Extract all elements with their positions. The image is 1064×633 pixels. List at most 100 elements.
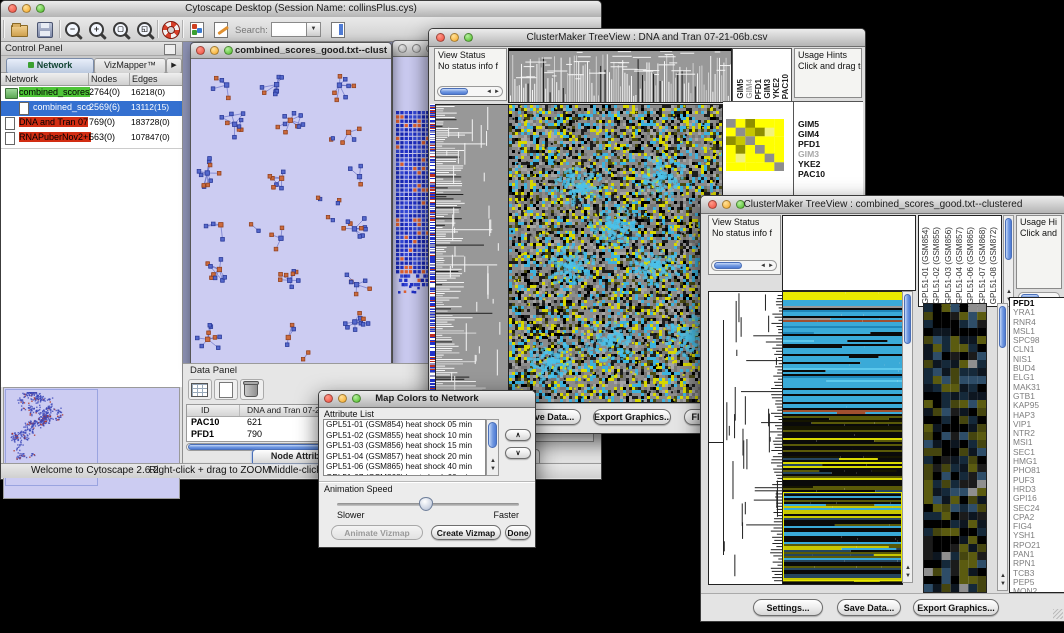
network-tab-icon — [28, 62, 34, 68]
main-window-title: Cytoscape Desktop (Session Name: collins… — [1, 3, 601, 14]
close-button[interactable] — [398, 44, 407, 53]
done-button[interactable]: Done — [505, 525, 531, 540]
move-up-button[interactable]: ∧ — [505, 429, 531, 441]
treeview2-title-bar[interactable]: ClusterMaker TreeView : combined_scores_… — [701, 196, 1064, 214]
save-data-button[interactable]: Save Data... — [837, 599, 901, 616]
help-lifesaver-icon[interactable] — [161, 20, 181, 39]
open-file-icon[interactable] — [9, 20, 29, 39]
gene-label[interactable]: GIM4 — [798, 129, 825, 139]
network-name: DNA and Tran 07 — [19, 117, 88, 127]
treeview1-title-bar[interactable]: ClusterMaker TreeView : DNA and Tran 07-… — [429, 29, 865, 47]
tab-overflow-arrow[interactable]: ▶ — [166, 58, 182, 74]
treeview2-status-scrollbar[interactable]: ◄► — [711, 260, 777, 271]
network-canvas[interactable] — [193, 59, 389, 366]
column-label: GPL51-03 (GSM856) — [944, 227, 953, 304]
resize-grip[interactable] — [1053, 609, 1063, 619]
attribute-list-label: Attribute List — [324, 409, 374, 419]
export-graphics-button[interactable]: Export Graphics... — [593, 409, 671, 425]
treeview2-column-dendrogram-area[interactable] — [782, 215, 916, 291]
treeview1-view-status-panel: View StatusNo status info f ◄► — [434, 48, 507, 101]
network-row[interactable]: DNA and Tran 07769(0)183728(0) — [1, 116, 182, 131]
attribute-list-scrollbar[interactable]: ▲▼ — [486, 419, 499, 476]
delete-attribute-icon[interactable] — [240, 379, 264, 400]
animate-vizmap-button[interactable]: Animate Vizmap — [331, 525, 423, 540]
treeview1-row-dendrogram[interactable] — [435, 104, 509, 403]
treeview2-window: ClusterMaker TreeView : combined_scores_… — [700, 195, 1064, 622]
minimize-button[interactable] — [412, 44, 421, 53]
export-graphics-button[interactable]: Export Graphics... — [913, 599, 999, 616]
settings-button[interactable]: Settings... — [753, 599, 823, 616]
faster-label: Faster — [493, 510, 519, 520]
search-dropdown-arrow[interactable]: ▼ — [306, 22, 321, 37]
attribute-item[interactable]: GPL51-04 (GSM857) heat shock 20 min — [324, 452, 485, 463]
network-name: combined_scores — [19, 87, 90, 97]
gene-label[interactable]: GIM3 — [798, 149, 825, 159]
treeview1-usage-hints-panel: Usage HintsClick and drag tc — [794, 48, 862, 98]
treeview2-zoom-heatmap[interactable] — [923, 303, 987, 593]
network-table-header[interactable]: Network Nodes Edges — [1, 73, 182, 86]
move-down-button[interactable]: ∨ — [505, 447, 531, 459]
zoom-out-icon[interactable]: − — [63, 20, 83, 39]
vizmap-nodes-icon[interactable] — [187, 20, 207, 39]
control-panel-title: Control Panel — [5, 43, 63, 54]
network-row[interactable]: combined_scores2764(0)16218(0) — [1, 86, 182, 101]
gene-label[interactable]: GIM5 — [798, 119, 825, 129]
network-row[interactable]: RNAPuberNov2+I563(0)107847(0) — [1, 131, 182, 146]
network-edges: 107847(0) — [131, 132, 170, 142]
attribute-item[interactable]: GPL51-03 (GSM856) heat shock 15 min — [324, 441, 485, 452]
attribute-item[interactable]: GPL51-07 (GSM868) heat shock 60 min — [324, 473, 485, 477]
new-attribute-icon[interactable] — [214, 379, 238, 400]
treeview2-zoom-scrollbar[interactable]: ▲▼ — [997, 303, 1008, 591]
treeview2-row-dendrogram[interactable] — [708, 291, 783, 585]
treeview1-gene-list[interactable]: GIM5GIM4PFD1GIM3YKE2PAC10 — [798, 119, 825, 179]
treeview2-heatmap-scrollbar[interactable]: ▲▼ — [902, 291, 913, 583]
network-view-window: combined_scores_good.txt--cluste... — [190, 42, 392, 369]
float-panel-icon[interactable] — [164, 44, 176, 55]
treeview1-status-scrollbar[interactable]: ◄► — [437, 86, 503, 97]
treeview1-column-dendrogram[interactable] — [508, 48, 732, 103]
network-overview-panel[interactable] — [3, 387, 180, 499]
gene-label[interactable]: PFD1 — [798, 139, 825, 149]
network-tree-empty-area[interactable] — [1, 148, 182, 387]
speed-slider-thumb[interactable] — [419, 497, 433, 511]
treeview1-heatmap[interactable] — [508, 104, 723, 403]
treeview2-heatmap[interactable] — [782, 291, 903, 585]
treeview2-gene-list-panel: PFD1YRA1RNR4MSL1SPC98CLN1NIS1BUD4ELG1MAK… — [1009, 297, 1064, 593]
network-table: combined_scores2764(0)16218(0)combined_s… — [1, 86, 182, 148]
treeview2-gene-list[interactable]: PFD1YRA1RNR4MSL1SPC98CLN1NIS1BUD4ELG1MAK… — [1010, 298, 1064, 593]
gene-label[interactable]: PAC10 — [798, 169, 825, 179]
network-view-title-bar[interactable]: combined_scores_good.txt--cluste... — [191, 43, 391, 59]
minimize-button[interactable] — [210, 46, 219, 55]
status-welcome: Welcome to Cytoscape 2.6.2 — [31, 465, 159, 476]
search-report-icon[interactable] — [328, 20, 348, 39]
attribute-item[interactable]: GPL51-06 (GSM865) heat shock 40 min — [324, 462, 485, 473]
attribute-list[interactable]: GPL51-01 (GSM854) heat shock 05 minGPL51… — [323, 419, 486, 476]
close-button[interactable] — [196, 46, 205, 55]
network-row[interactable]: combined_sco2569(6)13112(15) — [1, 101, 182, 116]
animation-speed-label: Animation Speed — [324, 484, 393, 494]
zoom-fit-icon[interactable]: ▢ — [111, 20, 131, 39]
network-nodes: 769(0) — [89, 117, 115, 127]
main-title-bar[interactable]: Cytoscape Desktop (Session Name: collins… — [1, 1, 601, 18]
treeview1-column-labels: GIM5GIM4PFD1GIM3YKE2PAC10 — [732, 48, 792, 102]
gene-label[interactable]: YKE2 — [798, 159, 825, 169]
attribute-item[interactable]: GPL51-01 (GSM854) heat shock 05 min — [324, 420, 485, 431]
treeview1-zoom-heatmap[interactable] — [726, 119, 784, 171]
doc-icon — [5, 117, 15, 130]
attribute-item[interactable]: GPL51-02 (GSM855) heat shock 10 min — [324, 431, 485, 442]
network-overview-canvas[interactable] — [4, 388, 179, 498]
zoom-selected-icon[interactable]: ◱ — [135, 20, 155, 39]
map-dialog-title-bar[interactable]: Map Colors to Network — [319, 391, 535, 408]
tab-vizmapper[interactable]: VizMapper™ — [94, 58, 166, 74]
annotate-icon[interactable] — [211, 20, 231, 39]
create-vizmap-button[interactable]: Create Vizmap — [431, 525, 501, 540]
tab-network[interactable]: Network — [6, 58, 94, 74]
zoom-in-icon[interactable]: + — [87, 20, 107, 39]
network-nodes: 563(0) — [89, 132, 115, 142]
treeview2-collabel-scrollbar[interactable]: ▲▼ — [1003, 215, 1014, 307]
treeview1-title: ClusterMaker TreeView : DNA and Tran 07-… — [429, 32, 865, 43]
save-session-icon[interactable] — [35, 20, 55, 39]
treeview2-usage-hints-panel: Usage HiClick and — [1016, 215, 1062, 289]
attribute-select-icon[interactable] — [188, 379, 212, 400]
zoom-button[interactable] — [224, 46, 233, 55]
